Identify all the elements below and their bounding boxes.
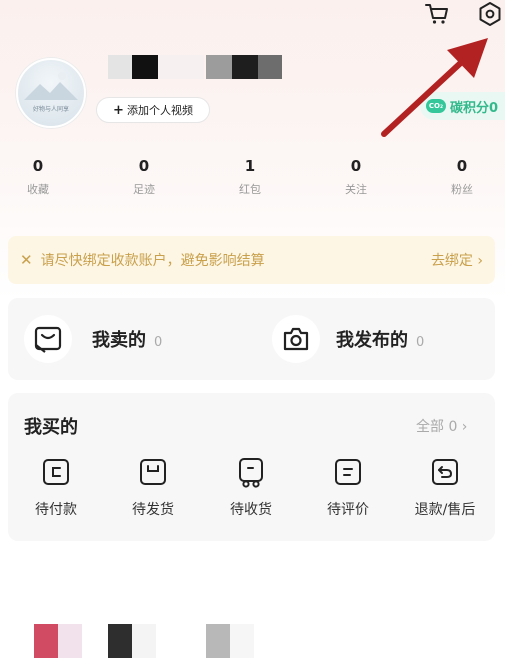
stat-value: 0 [456,157,468,175]
order-label: 待收货 [230,502,272,518]
settings-icon[interactable] [476,0,504,28]
order-refund-aftersales[interactable]: 退款/售后 [410,457,480,519]
username-pixel [258,55,282,79]
blurred-pixel [230,624,254,658]
order-pending-shipment[interactable]: 待发货 [118,457,188,519]
review-icon [335,459,361,485]
stat-label: 关注 [345,183,367,196]
username-pixel [132,55,158,79]
username-pixel [206,55,232,79]
close-icon[interactable]: ✕ [20,251,33,269]
stat-value: 0 [350,157,362,175]
purchases-card: 我买的 全部 0 › 待付款 待发货 待收货 待评价 退款/售后 [8,393,495,541]
stat-value: 0 [32,157,44,175]
banner-text: 请尽快绑定收款账户，避免影响结算 [40,253,265,269]
bind-account-banner[interactable]: ✕ 请尽快绑定收款账户，避免影响结算 去绑定 › [8,236,495,284]
blurred-pixel [34,624,58,658]
stat-value: 0 [138,157,150,175]
username-pixel [232,55,258,79]
plus-icon: + [113,102,124,118]
stat-following[interactable]: 0 关注 [326,157,386,197]
blurred-pixel [132,624,156,658]
bind-link[interactable]: 去绑定 › [431,250,483,270]
co2-icon: CO₂ [426,99,446,113]
avatar[interactable]: 好物与人同享 [16,58,86,128]
add-video-label: 添加个人视频 [126,104,193,117]
blurred-pixel [58,624,82,658]
stat-label: 足迹 [133,183,155,196]
carbon-points-badge[interactable]: CO₂ 碳积分0 [420,92,505,120]
add-video-button[interactable]: + 添加个人视频 [96,97,210,123]
my-published-button[interactable]: 我发布的 0 [336,326,424,352]
my-sold-label: 我卖的 [92,330,146,351]
camera-icon [272,315,320,363]
stat-red-packets[interactable]: 1 红包 [220,157,280,197]
carbon-points-label: 碳积分0 [450,100,499,116]
stat-label: 红包 [239,183,261,196]
stat-footprints[interactable]: 0 足迹 [114,157,174,197]
view-all-orders-link[interactable]: 全部 0 › [416,416,467,436]
my-sold-button[interactable]: 我卖的 0 [92,326,162,352]
stat-label: 收藏 [27,183,49,196]
order-label: 退款/售后 [414,502,476,518]
box-icon [140,459,166,485]
blurred-pixel [108,624,132,658]
cart-icon[interactable] [423,0,451,28]
order-pending-receipt[interactable]: 待收货 [216,457,286,519]
order-label: 待付款 [35,502,77,518]
username-pixel [158,55,204,79]
stat-value: 1 [244,157,256,175]
order-label: 待发货 [132,502,174,518]
refund-icon [432,459,458,485]
sell-icon [24,315,72,363]
username-pixel [108,55,132,79]
order-label: 待评价 [327,502,369,518]
stat-followers[interactable]: 0 粉丝 [432,157,492,197]
order-pending-review[interactable]: 待评价 [313,457,383,519]
truck-icon [239,458,263,488]
avatar-caption: 好物与人同享 [32,106,69,113]
wallet-icon [43,459,69,485]
order-pending-payment[interactable]: 待付款 [21,457,91,519]
seller-card: 我卖的 0 我发布的 0 [8,298,495,380]
my-bought-title: 我买的 [24,417,78,438]
my-published-count: 0 [416,335,425,350]
blurred-pixel [206,624,230,658]
stat-label: 粉丝 [451,183,473,196]
stat-favorites[interactable]: 0 收藏 [8,157,68,197]
my-sold-count: 0 [154,335,163,350]
my-published-label: 我发布的 [336,330,408,351]
